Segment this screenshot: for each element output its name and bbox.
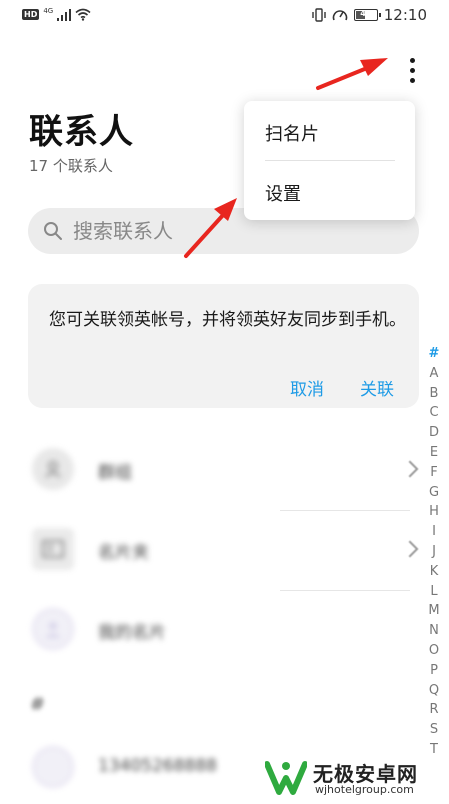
- cancel-button[interactable]: 取消: [290, 375, 324, 400]
- more-options-button[interactable]: [398, 54, 426, 86]
- battery-icon: 49: [353, 9, 381, 21]
- index-letter[interactable]: N: [426, 621, 442, 641]
- index-letter[interactable]: J: [426, 542, 442, 562]
- search-input[interactable]: [71, 218, 395, 244]
- index-letter[interactable]: S: [426, 720, 442, 740]
- link-account-button[interactable]: 关联: [360, 375, 394, 400]
- status-left: HD 4G: [22, 6, 91, 21]
- index-letter[interactable]: K: [426, 562, 442, 582]
- dot: [409, 77, 415, 83]
- menu-item-scan-card[interactable]: 扫名片: [265, 120, 319, 146]
- index-letter[interactable]: G: [426, 483, 442, 503]
- network-type: 4G: [43, 6, 54, 15]
- index-letter[interactable]: E: [426, 443, 442, 463]
- signal-icon: [57, 8, 72, 21]
- status-bar: HD 4G 49 12:10: [0, 0, 449, 32]
- index-letter[interactable]: F: [426, 463, 442, 483]
- divider: [280, 510, 410, 511]
- index-letter[interactable]: D: [426, 423, 442, 443]
- page-title: 联系人: [29, 112, 134, 152]
- linkedin-prompt-card: 您可关联领英帐号，并将领英好友同步到手机。 取消 关联: [28, 284, 419, 408]
- card-holder-icon: [32, 528, 74, 570]
- profile-icon: [32, 608, 74, 650]
- section-header: #: [30, 694, 46, 715]
- menu-divider: [265, 160, 395, 161]
- dot: [409, 67, 415, 73]
- index-letter[interactable]: #: [426, 344, 442, 364]
- list-item-label: 群组: [98, 463, 132, 483]
- index-letter[interactable]: R: [426, 700, 442, 720]
- list-item-label: 我的名片: [98, 623, 166, 643]
- divider: [280, 590, 410, 591]
- arrow-to-more-button: [316, 58, 388, 90]
- battery-level: 49: [360, 9, 372, 18]
- search-icon: [44, 222, 62, 240]
- watermark-logo-icon: [265, 761, 307, 795]
- list-item-label: 名片夹: [98, 543, 149, 563]
- card-message: 您可关联领英帐号，并将领英好友同步到手机。: [49, 310, 406, 330]
- status-right: 49 12:10: [312, 6, 427, 24]
- index-letter[interactable]: P: [426, 661, 442, 681]
- list-item-my-card[interactable]: 我的名片: [32, 600, 422, 660]
- vibrate-icon: [312, 8, 326, 22]
- list-item-card-holder[interactable]: 名片夹: [32, 520, 422, 580]
- index-letter[interactable]: C: [426, 403, 442, 423]
- index-letter[interactable]: O: [426, 641, 442, 661]
- overflow-menu: 扫名片 设置: [244, 101, 415, 220]
- list-item-groups[interactable]: 群组: [32, 440, 422, 500]
- hd-badge: HD: [22, 9, 40, 20]
- index-letter[interactable]: Q: [426, 681, 442, 701]
- clock: 12:10: [383, 6, 427, 24]
- index-letter[interactable]: A: [426, 364, 442, 384]
- watermark: 无极安卓网 wjhotelgroup.com: [265, 756, 445, 800]
- index-letter[interactable]: L: [426, 582, 442, 602]
- contact-name: 13405268888: [98, 756, 217, 776]
- avatar: [32, 746, 74, 788]
- menu-item-settings[interactable]: 设置: [265, 180, 301, 206]
- wifi-icon: [75, 8, 91, 21]
- alphabet-index[interactable]: # A B C D E F G H I J K L M N O P Q R S T: [426, 344, 442, 760]
- index-letter[interactable]: B: [426, 384, 442, 404]
- contact-count: 17 个联系人: [29, 157, 113, 175]
- watermark-url: wjhotelgroup.com: [315, 783, 414, 796]
- speed-icon: [332, 10, 348, 21]
- index-letter[interactable]: I: [426, 522, 442, 542]
- dot: [409, 57, 415, 63]
- index-letter[interactable]: M: [426, 601, 442, 621]
- index-letter[interactable]: H: [426, 502, 442, 522]
- group-icon: [32, 448, 74, 490]
